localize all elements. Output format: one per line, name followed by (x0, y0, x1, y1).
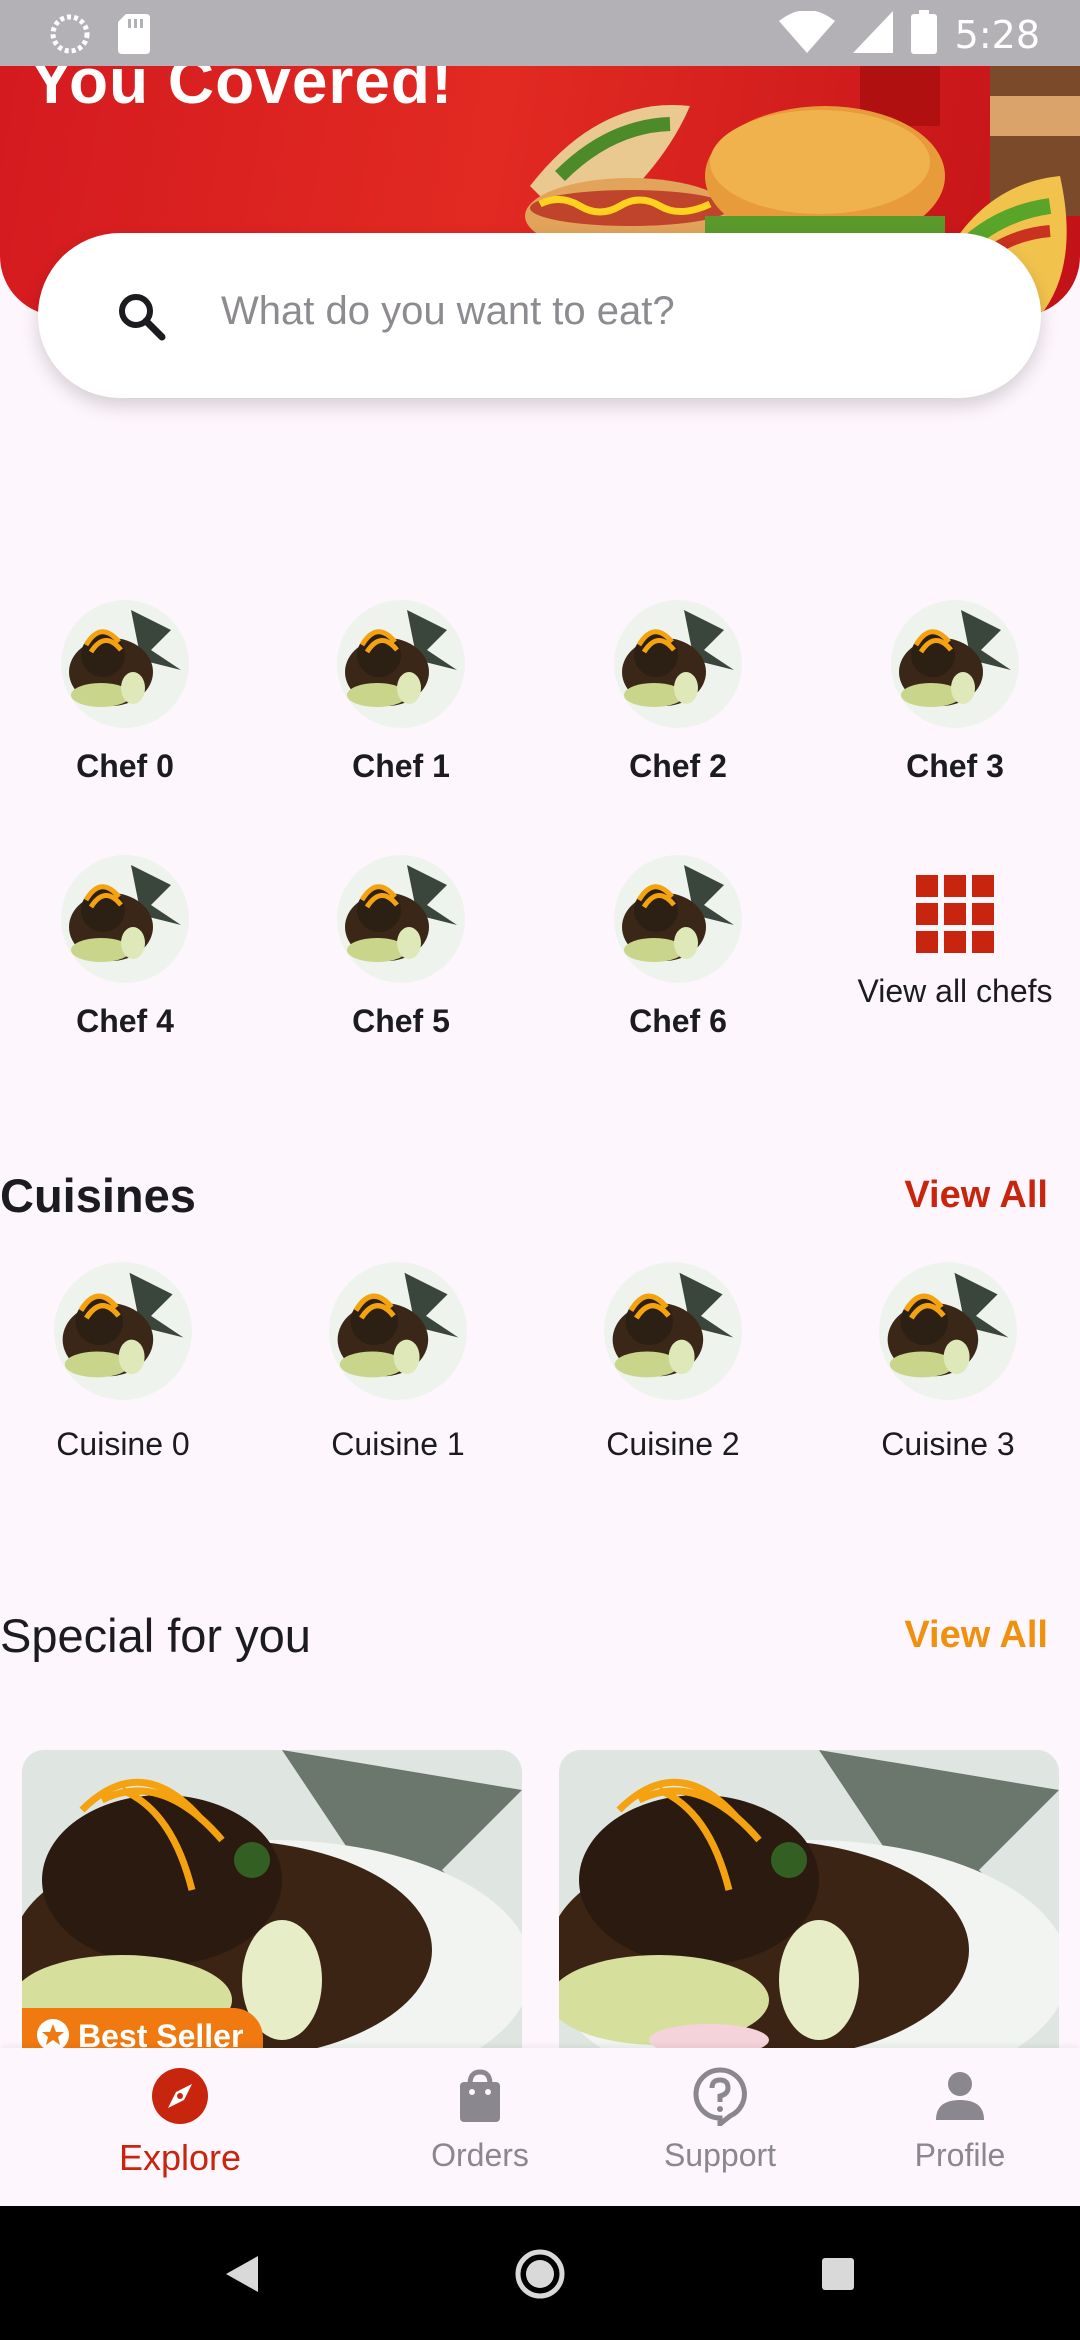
special-view-all-link[interactable]: View All (904, 1614, 1048, 1657)
signal-icon (852, 11, 893, 58)
chef-name: Chef 5 (352, 1003, 450, 1039)
nav-profile[interactable]: Profile (840, 2066, 1080, 2174)
shopping-bag-icon (450, 2069, 510, 2130)
chef-avatar (614, 600, 742, 728)
chef-name: Chef 2 (629, 748, 727, 784)
nav-label: Orders (431, 2137, 529, 2173)
chef-avatar (61, 600, 189, 728)
chef-item[interactable]: Chef 4 (0, 855, 260, 1040)
search-icon (116, 291, 166, 346)
bottom-navigation: Explore Orders Support Profile (0, 2048, 1080, 2206)
chef-name: Chef 0 (76, 748, 174, 784)
view-all-chefs-button[interactable]: View all chefs (820, 875, 1080, 1010)
cuisine-avatar (604, 1262, 742, 1400)
sd-card-icon (118, 14, 150, 59)
cuisine-name: Cuisine 1 (331, 1426, 465, 1462)
dish-image (559, 1750, 1059, 2050)
nav-orders[interactable]: Orders (360, 2066, 600, 2174)
chef-item[interactable]: Chef 0 (0, 600, 260, 785)
cuisine-name: Cuisine 0 (56, 1426, 190, 1462)
search-bar[interactable]: What do you want to eat? (38, 233, 1041, 398)
grid-icon (916, 875, 994, 953)
badge-label: Best Seller (78, 2018, 244, 2050)
cuisine-item[interactable]: Cuisine 3 (810, 1262, 1080, 1463)
search-input[interactable]: What do you want to eat? (221, 289, 675, 334)
cuisine-item[interactable]: Cuisine 2 (535, 1262, 811, 1463)
help-icon (690, 2067, 750, 2130)
cuisine-avatar (54, 1262, 192, 1400)
chef-item[interactable]: Chef 2 (543, 600, 813, 785)
cuisine-item[interactable]: Cuisine 1 (260, 1262, 536, 1463)
view-all-chefs-label: View all chefs (857, 973, 1053, 1009)
cuisine-item[interactable]: Cuisine 0 (0, 1262, 261, 1463)
chef-avatar (337, 855, 465, 983)
special-title: Special for you (0, 1609, 311, 1662)
chef-name: Chef 3 (906, 748, 1004, 784)
dish-image (22, 1750, 522, 2050)
nav-label: Profile (914, 2137, 1006, 2173)
nav-explore[interactable]: Explore (60, 2066, 300, 2179)
cuisine-avatar (329, 1262, 467, 1400)
battery-icon (910, 10, 937, 59)
hero-title: You Covered! (30, 66, 454, 117)
chef-item[interactable]: Chef 3 (820, 600, 1080, 785)
back-icon[interactable] (222, 2254, 262, 2299)
recents-icon[interactable] (820, 2256, 856, 2297)
chef-item[interactable]: Chef 1 (266, 600, 536, 785)
special-card[interactable]: Best Seller (22, 1750, 522, 2050)
status-bar: 5:28 (0, 0, 1080, 66)
cuisines-view-all-link[interactable]: View All (904, 1174, 1048, 1217)
cuisine-avatar (879, 1262, 1017, 1400)
cuisine-name: Cuisine 3 (881, 1426, 1015, 1462)
chef-item[interactable]: Chef 5 (266, 855, 536, 1040)
star-icon (36, 2018, 70, 2050)
home-icon[interactable] (514, 2248, 566, 2305)
compass-icon (150, 2068, 210, 2130)
nav-support[interactable]: Support (600, 2066, 840, 2174)
chef-item[interactable]: Chef 6 (543, 855, 813, 1040)
cuisines-title: Cuisines (0, 1169, 196, 1222)
chef-name: Chef 6 (629, 1003, 727, 1039)
chef-avatar (614, 855, 742, 983)
chef-avatar (61, 855, 189, 983)
chef-avatar (891, 600, 1019, 728)
nav-label: Support (663, 2137, 777, 2173)
chef-name: Chef 4 (76, 1003, 174, 1039)
special-card[interactable] (559, 1750, 1059, 2050)
loading-icon (50, 14, 90, 59)
cuisine-name: Cuisine 2 (606, 1426, 740, 1462)
chef-avatar (337, 600, 465, 728)
best-seller-badge: Best Seller (22, 2008, 264, 2050)
status-time: 5:28 (954, 12, 1040, 57)
system-navigation-bar (0, 2206, 1080, 2340)
nav-label: Explore (118, 2137, 242, 2178)
wifi-icon (778, 10, 835, 58)
chef-name: Chef 1 (352, 748, 450, 784)
person-icon (930, 2072, 990, 2130)
